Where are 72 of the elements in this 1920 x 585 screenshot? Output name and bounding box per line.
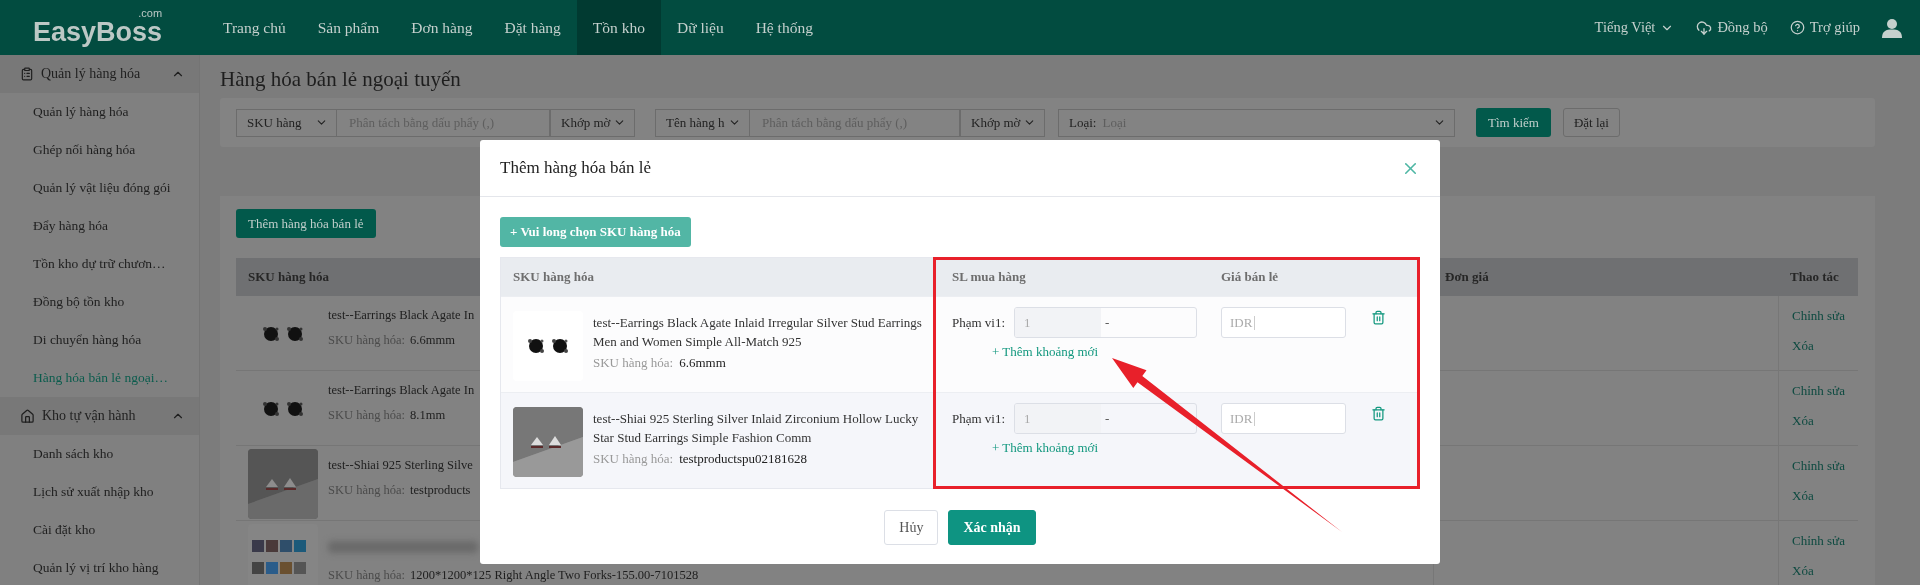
action-link[interactable]: Xóa — [1792, 488, 1845, 504]
column-header: SKU hàng hóa — [248, 269, 329, 285]
range-input[interactable]: 1 - — [1014, 307, 1197, 338]
sidebar-item[interactable]: Ghép nối hàng hóa — [0, 131, 199, 169]
action-link[interactable]: Xóa — [1792, 338, 1845, 354]
action-link[interactable]: Chỉnh sửa — [1792, 458, 1845, 474]
action-link[interactable]: Chỉnh sửa — [1792, 533, 1845, 549]
sidebar-item[interactable]: Quản lý vị trí kho hàng — [0, 549, 199, 585]
range-label: Phạm vi1: — [952, 410, 1007, 427]
range-input[interactable]: 1 - — [1014, 403, 1197, 434]
nav-tab[interactable]: Dữ liệu — [660, 0, 740, 55]
add-button[interactable]: Thêm hàng hóa bán lẻ — [236, 209, 376, 238]
nav-tab[interactable]: Tồn kho — [576, 0, 661, 55]
nav-tab[interactable]: Sản phẩm — [301, 0, 396, 55]
select-sku-button[interactable]: + Vui long chọn SKU hàng hóa — [500, 217, 691, 247]
product-title: test--Shiai 925 Sterling Silve — [328, 458, 473, 473]
confirm-button[interactable]: Xác nhận — [948, 510, 1036, 545]
user-icon[interactable] — [1882, 17, 1902, 38]
nav-tab[interactable]: Trang chủ — [207, 0, 302, 55]
sidebar-item[interactable]: Đẩy hàng hóa — [0, 207, 199, 245]
sidebar-item[interactable]: Danh sách kho — [0, 435, 199, 473]
product-title: test--Shiai 925 Sterling Silver Inlaid Zirconium Hollow Lucky Star Stud Earrings Simple Fashion Comm — [593, 410, 920, 447]
logo[interactable]: EasyBoss .com — [33, 7, 163, 48]
sku-line: SKU hàng hóa: testproductspu02181628 — [593, 451, 808, 467]
header-link[interactable]: Đồng bộ — [1717, 19, 1768, 36]
price-input[interactable]: IDR — [1221, 403, 1346, 434]
header-link[interactable]: Trợ giúp — [1809, 19, 1860, 36]
page-title: Hàng hóa bán lẻ ngoại tuyến — [220, 67, 462, 92]
dialog-title: Thêm hàng hóa bán lẻ — [500, 158, 652, 178]
column-header: Đơn giá — [1445, 269, 1489, 285]
cancel-button[interactable]: Hủy — [884, 510, 939, 545]
column-header: Giá bán lẻ — [1220, 268, 1280, 286]
sidebar-item[interactable]: Cài đặt kho — [0, 511, 199, 549]
sidebar-item[interactable]: Tồn kho dự trữ chươn… — [0, 245, 199, 283]
product-title: test--Earrings Black Agate In — [328, 383, 475, 398]
sidebar-item[interactable]: Quản lý vật liệu đóng gói — [0, 169, 199, 207]
cloud-icon — [1696, 19, 1713, 36]
filter-select[interactable]: Khớp mờ — [550, 108, 635, 137]
sidebar-group[interactable]: Quản lý hàng hóa — [0, 55, 199, 93]
sidebar-item[interactable]: Đồng bộ tồn kho — [0, 283, 199, 321]
nav-tab[interactable]: Đặt hàng — [488, 0, 577, 55]
filter-select[interactable]: Khớp mờ — [960, 108, 1045, 137]
column-header: Thao tác — [1790, 269, 1839, 285]
delete-icon[interactable] — [1371, 406, 1386, 421]
column-header: SKU hàng hóa — [512, 268, 595, 286]
help-icon — [1789, 20, 1805, 35]
search-button[interactable]: Tìm kiếm — [1476, 108, 1551, 137]
action-link[interactable]: Chỉnh sửa — [1792, 308, 1845, 324]
add-range-link[interactable]: + Thêm khoảng mới — [992, 440, 1099, 456]
sidebar-item[interactable]: Di chuyển hàng hóa — [0, 321, 199, 359]
action-link[interactable]: Xóa — [1792, 413, 1845, 429]
product-title: test--Earrings Black Agate In — [328, 308, 475, 323]
action-link[interactable]: Chỉnh sửa — [1792, 383, 1845, 399]
nav-tab[interactable]: Đơn hàng — [395, 0, 489, 55]
delete-icon[interactable] — [1371, 310, 1386, 325]
sidebar-item[interactable]: Lịch sử xuất nhập kho — [0, 473, 199, 511]
sku-line: SKU hàng hóa: 6.6mmm — [593, 355, 727, 371]
language-selector[interactable]: Tiếng Việt — [1594, 19, 1675, 36]
add-range-link[interactable]: + Thêm khoảng mới — [992, 344, 1099, 360]
filter-select[interactable]: Tên hàng h — [655, 108, 750, 137]
sidebar-item[interactable]: Quản lý hàng hóa — [0, 93, 199, 131]
action-link[interactable]: Xóa — [1792, 563, 1845, 579]
house-icon — [20, 408, 35, 424]
column-header: SL mua hàng — [951, 268, 1027, 286]
sidebar-group[interactable]: Kho tự vận hành — [0, 397, 199, 435]
reset-button[interactable]: Đặt lại — [1562, 108, 1620, 137]
product-title: test--Earrings Black Agate Inlaid Irregular Silver Stud Earrings Men and Women Simple All-Match 925 — [593, 314, 923, 351]
price-input[interactable]: IDR — [1221, 307, 1346, 338]
clipboard-icon — [20, 67, 34, 81]
range-label: Phạm vi1: — [952, 314, 1007, 331]
nav-tab[interactable]: Hệ thống — [739, 0, 829, 55]
filter-select[interactable]: SKU hàng — [236, 108, 337, 137]
